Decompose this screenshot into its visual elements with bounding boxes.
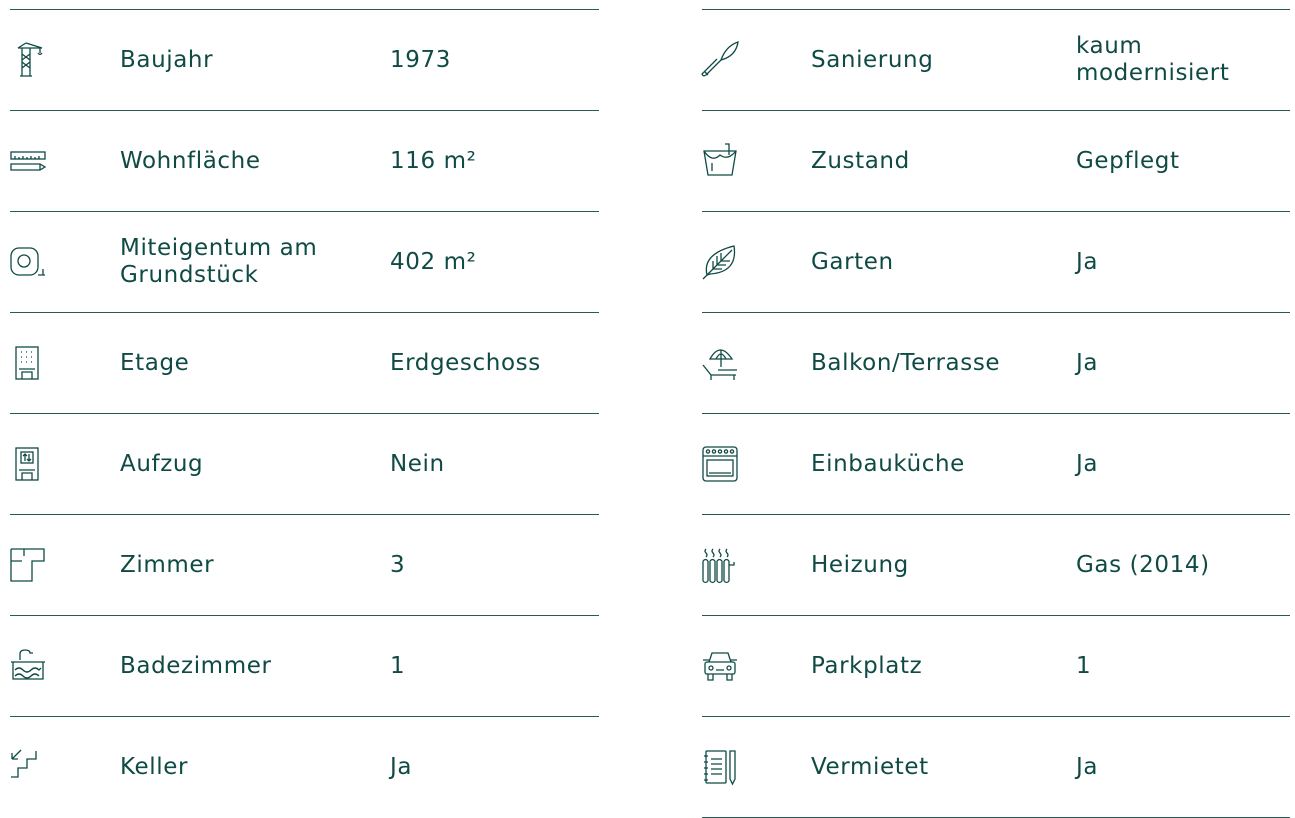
stove-icon bbox=[702, 446, 738, 482]
detail-value: 1 bbox=[390, 652, 406, 679]
notebook-icon bbox=[702, 749, 738, 786]
stairs-down-icon bbox=[10, 749, 46, 785]
detail-row-zimmer: Zimmer 3 bbox=[10, 514, 599, 615]
detail-value: Nein bbox=[390, 450, 445, 477]
detail-value: Erdgeschoss bbox=[390, 349, 541, 376]
detail-value: 402 m² bbox=[390, 248, 477, 275]
detail-row-sanierung: Sanierung kaum modernisiert bbox=[701, 9, 1290, 110]
detail-label: Vermietet bbox=[811, 753, 929, 780]
measuring-tape-icon bbox=[10, 244, 46, 280]
detail-label: Balkon/Terrasse bbox=[811, 349, 1001, 376]
detail-value: Ja bbox=[1076, 248, 1099, 275]
building-icon bbox=[10, 345, 46, 381]
radiator-icon bbox=[702, 547, 738, 584]
car-icon bbox=[702, 648, 738, 684]
detail-label: Garten bbox=[811, 248, 894, 275]
detail-row-heizung: Heizung Gas (2014) bbox=[702, 514, 1290, 615]
detail-row-balkon: Balkon/Terrasse Ja bbox=[702, 312, 1290, 413]
detail-value: 1 bbox=[1076, 652, 1092, 679]
detail-label: Einbauküche bbox=[811, 450, 965, 477]
detail-row-parkplatz: Parkplatz 1 bbox=[702, 615, 1290, 716]
detail-label: Keller bbox=[120, 753, 189, 780]
property-details-right-column: Sanierung kaum modernisiert Zustand Gepf… bbox=[701, 9, 1290, 818]
detail-label: Parkplatz bbox=[811, 652, 923, 679]
detail-row-etage: Etage Erdgeschoss bbox=[10, 312, 599, 413]
detail-value: Gepflegt bbox=[1076, 147, 1180, 174]
detail-value: Ja bbox=[1076, 349, 1099, 376]
detail-label: Heizung bbox=[811, 551, 909, 578]
detail-value: Ja bbox=[1076, 450, 1099, 477]
detail-label: Etage bbox=[120, 349, 190, 376]
detail-label: Zustand bbox=[811, 147, 910, 174]
detail-row-zustand: Zustand Gepflegt bbox=[702, 110, 1290, 211]
detail-row-keller: Keller Ja bbox=[10, 716, 599, 817]
sunbed-umbrella-icon bbox=[702, 345, 738, 381]
leaf-icon bbox=[702, 244, 738, 280]
detail-row-baujahr: Baujahr 1973 bbox=[10, 9, 599, 110]
detail-row-badezimmer: Badezimmer 1 bbox=[10, 615, 599, 716]
detail-value: 116 m² bbox=[390, 147, 477, 174]
detail-label: Miteigentum am Grundstück bbox=[120, 235, 318, 288]
detail-row-aufzug: Aufzug Nein bbox=[10, 413, 599, 514]
bathtub-icon bbox=[10, 648, 46, 684]
crane-icon bbox=[10, 42, 46, 78]
paint-bucket-icon bbox=[702, 143, 738, 179]
detail-value: 1973 bbox=[390, 46, 451, 73]
property-details-left-column: Baujahr 1973 Wohnfläche 116 m² Miteigent… bbox=[10, 9, 599, 817]
detail-row-vermietet: Vermietet Ja bbox=[702, 716, 1290, 817]
detail-row-einbaukueche: Einbauküche Ja bbox=[702, 413, 1290, 514]
detail-value: kaum modernisiert bbox=[1076, 33, 1230, 86]
trowel-icon bbox=[701, 41, 739, 78]
detail-label: Sanierung bbox=[811, 46, 934, 73]
floorplan-icon bbox=[10, 547, 46, 583]
detail-value: Ja bbox=[390, 753, 413, 780]
detail-row-wohnflaeche: Wohnfläche 116 m² bbox=[10, 110, 599, 211]
detail-label: Aufzug bbox=[120, 450, 204, 477]
detail-value: 3 bbox=[390, 551, 406, 578]
elevator-icon bbox=[10, 446, 46, 482]
detail-row-garten: Garten Ja bbox=[702, 211, 1290, 312]
detail-label: Zimmer bbox=[120, 551, 215, 578]
detail-label: Badezimmer bbox=[120, 652, 272, 679]
detail-value: Ja bbox=[1076, 753, 1099, 780]
detail-row-miteigentum: Miteigentum am Grundstück 402 m² bbox=[10, 211, 599, 312]
detail-value: Gas (2014) bbox=[1076, 551, 1210, 578]
detail-label: Wohnfläche bbox=[120, 147, 261, 174]
ruler-pencil-icon bbox=[10, 143, 47, 179]
detail-label: Baujahr bbox=[120, 46, 214, 73]
